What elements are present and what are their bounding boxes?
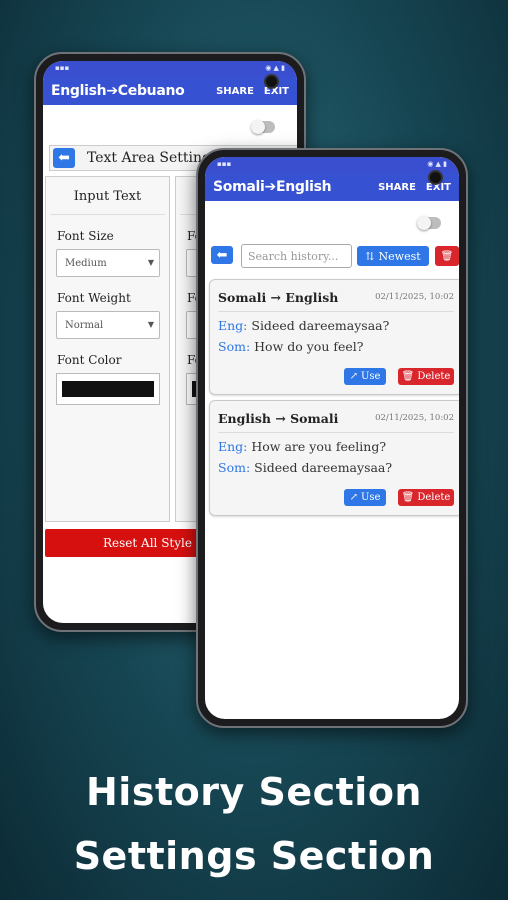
delete-button[interactable]: 🗑 Delete	[398, 489, 454, 506]
font-color-label: Font Color	[57, 353, 122, 367]
card-title: Somali → English	[218, 290, 339, 305]
use-button[interactable]: ↗ Use	[344, 368, 386, 385]
use-button[interactable]: ↗ Use	[344, 489, 386, 506]
lang-tag: Som:	[218, 460, 251, 475]
theme-toggle[interactable]	[417, 216, 441, 230]
use-label: Use	[360, 492, 381, 503]
share-button[interactable]: SHARE	[216, 86, 254, 97]
card-line: Eng: How are you feeling?	[218, 439, 386, 454]
card-line: Som: How do you feel?	[218, 339, 363, 354]
card-line: Som: Sideed dareemaysaa?	[218, 460, 392, 475]
clear-history-button[interactable]: 🗑	[435, 246, 459, 266]
card-line: Eng: Sideed dareemaysaa?	[218, 318, 389, 333]
use-label: Use	[360, 371, 381, 382]
font-color-picker[interactable]	[56, 373, 160, 405]
chevron-down-icon: ▼	[147, 258, 154, 267]
line-text: Sideed dareemaysaa?	[251, 318, 390, 333]
delete-button[interactable]: 🗑 Delete	[398, 368, 454, 385]
history-screen: ▪▪▪ ◉ ▲ ▮ Somali➔English SHARE EXIT ⬅ Sea…	[205, 157, 459, 719]
caption-history: History Section	[86, 770, 422, 814]
font-size-value: Medium	[65, 258, 107, 269]
search-history-input[interactable]: Search history...	[241, 244, 352, 268]
status-bar: ▪▪▪ ◉ ▲ ▮	[205, 157, 459, 173]
history-card: English → Somali 02/11/2025, 10:02 Eng: …	[209, 400, 459, 516]
line-text: Sideed dareemaysaa?	[254, 460, 393, 475]
history-toolbar: ⬅ Search history... ⇅ Newest 🗑	[211, 243, 459, 269]
card-date: 02/11/2025, 10:02	[375, 292, 454, 302]
color-swatch	[62, 381, 154, 397]
font-weight-select[interactable]: Normal ▼	[56, 311, 160, 339]
line-text: How are you feeling?	[251, 439, 387, 454]
theme-toggle[interactable]	[251, 120, 275, 134]
status-bar: ▪▪▪ ◉ ▲ ▮	[43, 61, 297, 77]
app-bar: English➔Cebuano SHARE EXIT	[43, 77, 297, 105]
sort-newest-button[interactable]: ⇅ Newest	[357, 246, 429, 266]
trash-icon: 🗑	[401, 492, 415, 503]
font-weight-label: Font Weight	[57, 291, 131, 305]
app-title: Somali➔English	[213, 179, 332, 195]
lang-tag: Eng:	[218, 318, 248, 333]
caption-settings: Settings Section	[73, 834, 435, 878]
app-bar: Somali➔English SHARE EXIT	[205, 173, 459, 201]
back-arrow-icon[interactable]: ⬅	[211, 246, 233, 264]
chevron-down-icon: ▼	[147, 320, 154, 329]
sort-label: Newest	[378, 249, 421, 263]
font-size-select[interactable]: Medium ▼	[56, 249, 160, 277]
delete-label: Delete	[417, 492, 451, 503]
font-size-label: Font Size	[57, 229, 114, 243]
share-icon: ↗	[349, 371, 358, 382]
input-text-column: Input Text Font Size Medium ▼ Font Weigh…	[45, 176, 170, 522]
delete-label: Delete	[417, 371, 451, 382]
trash-icon: 🗑	[401, 371, 415, 382]
card-title: English → Somali	[218, 411, 339, 426]
camera-icon	[264, 74, 279, 89]
font-weight-value: Normal	[65, 320, 104, 331]
camera-icon	[428, 170, 443, 185]
back-arrow-icon[interactable]: ⬅	[53, 148, 75, 168]
share-icon: ↗	[349, 492, 358, 503]
sort-icon: ⇅	[365, 249, 375, 263]
history-phone-frame: ▪▪▪ ◉ ▲ ▮ Somali➔English SHARE EXIT ⬅ Sea…	[196, 148, 468, 728]
history-card: Somali → English 02/11/2025, 10:02 Eng: …	[209, 279, 459, 395]
column-heading: Input Text	[73, 189, 142, 204]
card-date: 02/11/2025, 10:02	[375, 413, 454, 423]
lang-tag: Som:	[218, 339, 251, 354]
app-title: English➔Cebuano	[51, 83, 185, 99]
trash-icon: 🗑	[440, 250, 454, 262]
share-button[interactable]: SHARE	[378, 182, 416, 193]
line-text: How do you feel?	[254, 339, 364, 354]
lang-tag: Eng:	[218, 439, 248, 454]
